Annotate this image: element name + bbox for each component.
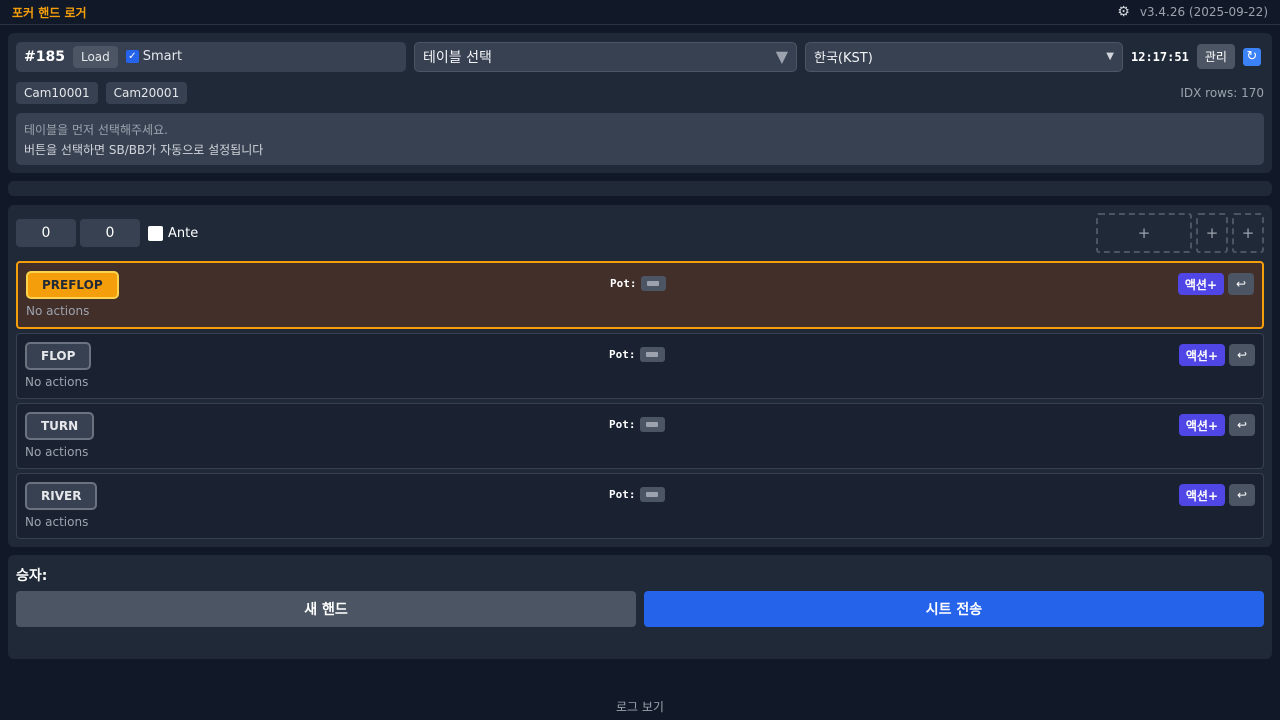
hint-line-1: 테이블을 먼저 선택해주세요. — [24, 123, 168, 137]
pot-label: Pot: — [609, 348, 636, 361]
pot-value-chip — [639, 487, 665, 502]
pot-value-chip — [639, 347, 665, 362]
chevron-down-icon: ▼ — [1106, 51, 1114, 62]
pot-display: Pot: — [609, 347, 665, 362]
ante-label: Ante — [168, 225, 199, 241]
header-bar: 포커 핸드 로거 ⚙ v3.4.26 (2025-09-22) — [0, 0, 1280, 25]
winner-label: 승자: — [16, 568, 48, 584]
undo-button[interactable]: ↩ — [1229, 414, 1255, 436]
load-button[interactable]: Load — [72, 45, 118, 68]
smart-label: Smart — [142, 49, 183, 64]
no-actions-text: No actions — [25, 515, 89, 529]
add-card-slot-1[interactable]: + — [1096, 213, 1192, 253]
app-title: 포커 핸드 로거 — [12, 5, 87, 20]
idx-rows-count: IDX rows: 170 — [1180, 86, 1264, 100]
add-card-slot-2[interactable]: + — [1196, 213, 1228, 253]
refresh-icon[interactable]: ↻ — [1242, 47, 1261, 66]
street-flop: FLOP Pot: 액션+ ↩ No actions — [16, 333, 1264, 399]
pot-label: Pot: — [610, 277, 637, 290]
ante-checkbox[interactable] — [148, 225, 163, 241]
hint-box: 테이블을 먼저 선택해주세요. 버튼을 선택하면 SB/BB가 자동으로 설정됩… — [16, 113, 1264, 165]
smart-checkbox[interactable]: ✓ — [125, 50, 139, 63]
view-log-link[interactable]: 로그 보기 — [0, 698, 1280, 715]
caret-down-icon: ▼ — [775, 47, 788, 66]
no-actions-text: No actions — [26, 304, 90, 318]
table-select-value: 테이블 선택 — [423, 49, 492, 66]
undo-button[interactable]: ↩ — [1229, 344, 1255, 366]
undo-button[interactable]: ↩ — [1229, 484, 1255, 506]
bb-input[interactable]: 0 — [80, 219, 140, 247]
pot-value-chip — [639, 417, 665, 432]
pot-value-chip — [640, 276, 666, 291]
players-panel — [8, 181, 1272, 196]
hand-info-box: #185 Load ✓ Smart — [16, 41, 406, 72]
add-action-button[interactable]: 액션+ — [1178, 414, 1225, 436]
gear-icon[interactable]: ⚙ — [1117, 4, 1130, 20]
no-actions-text: No actions — [25, 375, 89, 389]
pot-display: Pot: — [609, 487, 665, 502]
table-select[interactable]: 테이블 선택 ▼ — [414, 41, 797, 72]
timezone-select-value: 한국(KST) — [814, 51, 873, 66]
no-actions-text: No actions — [25, 445, 89, 459]
street-label-river[interactable]: RIVER — [25, 482, 98, 510]
add-card-slot-3[interactable]: + — [1232, 213, 1264, 253]
streets-panel: 0 0 Ante + + + PREFLOP Pot: 액션+ ↩ No act… — [8, 205, 1272, 547]
add-action-button[interactable]: 액션+ — [1178, 344, 1225, 366]
pot-label: Pot: — [609, 488, 636, 501]
hint-line-2: 버튼을 선택하면 SB/BB가 자동으로 설정됩니다 — [24, 143, 264, 157]
new-hand-button[interactable]: 새 핸드 — [16, 591, 636, 627]
pot-label: Pot: — [609, 418, 636, 431]
send-sheet-button[interactable]: 시트 전송 — [644, 591, 1264, 627]
version-label: v3.4.26 (2025-09-22) — [1139, 5, 1268, 19]
street-turn: TURN Pot: 액션+ ↩ No actions — [16, 403, 1264, 469]
street-river: RIVER Pot: 액션+ ↩ No actions — [16, 473, 1264, 539]
add-action-button[interactable]: 액션+ — [1178, 484, 1225, 506]
result-panel: 승자: 새 핸드 시트 전송 — [8, 555, 1272, 659]
street-preflop: PREFLOP Pot: 액션+ ↩ No actions — [16, 261, 1264, 329]
manage-button[interactable]: 관리 — [1196, 44, 1235, 69]
street-label-flop[interactable]: FLOP — [25, 342, 92, 370]
hand-setup-panel: #185 Load ✓ Smart 테이블 선택 ▼ 한국(KST) ▼ 12:… — [8, 33, 1272, 173]
hand-number: #185 — [24, 48, 65, 65]
cam-button-2[interactable]: Cam20001 — [105, 82, 188, 104]
street-label-turn[interactable]: TURN — [25, 412, 95, 440]
clock: 12:17:51 — [1131, 49, 1189, 64]
street-label-preflop[interactable]: PREFLOP — [26, 271, 119, 299]
undo-button[interactable]: ↩ — [1228, 273, 1254, 295]
pot-display: Pot: — [610, 276, 666, 291]
sb-input[interactable]: 0 — [16, 219, 76, 247]
pot-display: Pot: — [609, 417, 665, 432]
cam-button-1[interactable]: Cam10001 — [16, 82, 98, 104]
add-action-button[interactable]: 액션+ — [1177, 273, 1224, 295]
timezone-select[interactable]: 한국(KST) ▼ — [805, 41, 1123, 72]
